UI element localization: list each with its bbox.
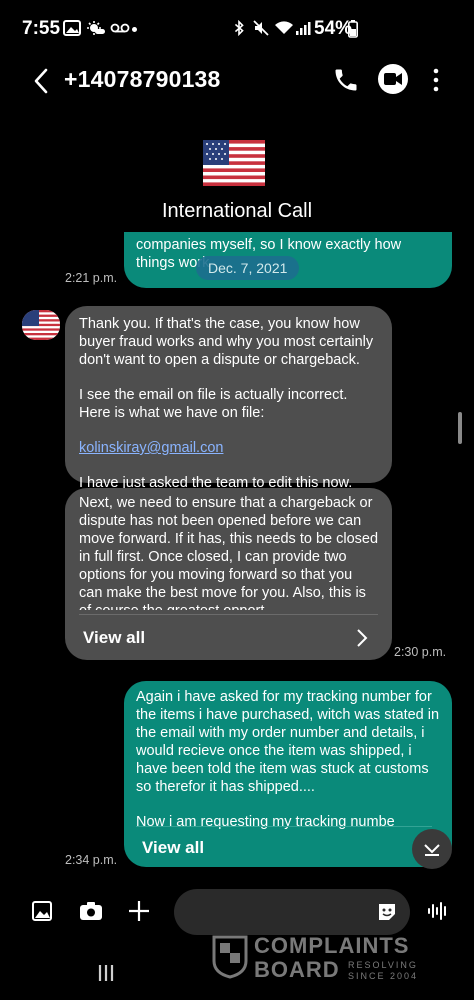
back-button[interactable] <box>28 66 54 96</box>
message-text: Now i am requesting my tracking numbe <box>136 814 395 830</box>
video-camera-icon <box>384 73 402 85</box>
chevron-down-icon <box>424 844 440 856</box>
message-text: I see the email on file is actually inco… <box>79 387 348 421</box>
message-bubble-incoming[interactable]: Thank you. If that's the case, you know … <box>65 306 392 491</box>
message-timestamp: 2:21 p.m. <box>65 271 118 285</box>
message-timestamp: 2:34 p.m. <box>65 853 118 867</box>
email-link[interactable]: kolinskiray@gmail.con <box>79 439 378 457</box>
phone-call-icon[interactable] <box>332 66 360 94</box>
message-input[interactable] <box>174 889 410 935</box>
call-type-label: International Call <box>161 200 313 222</box>
message-text: Again i have asked for my tracking numbe… <box>136 689 440 795</box>
divider <box>136 826 432 827</box>
chevron-right-icon[interactable] <box>355 628 369 648</box>
message-text: Next, we need to ensure that a chargebac… <box>79 495 379 610</box>
message-bubble-outgoing[interactable]: Again i have asked for my tracking numbe… <box>124 681 452 867</box>
view-all-button[interactable]: View all <box>83 629 145 647</box>
sender-flag-avatar[interactable] <box>22 310 60 340</box>
status-time: 7:55 <box>22 18 61 39</box>
message-bubble-incoming-long[interactable]: Next, we need to ensure that a chargebac… <box>65 488 392 660</box>
us-flag-avatar[interactable] <box>203 140 265 186</box>
scroll-to-bottom-button[interactable] <box>412 829 452 869</box>
camera-icon[interactable] <box>79 901 103 921</box>
system-nav-bar <box>0 950 474 1000</box>
notification-dot <box>132 27 137 32</box>
scrollbar-thumb[interactable] <box>458 412 462 444</box>
gallery-attach-icon[interactable] <box>32 901 52 921</box>
signal-icon <box>296 22 311 35</box>
bluetooth-icon <box>234 20 244 36</box>
gallery-icon <box>63 20 81 36</box>
status-bar: 7:55 54% <box>0 0 474 58</box>
more-options-icon[interactable] <box>430 66 442 94</box>
recent-apps-icon[interactable] <box>96 964 116 982</box>
sticker-icon[interactable] <box>376 901 398 923</box>
battery-icon <box>348 20 358 38</box>
weather-icon <box>87 21 105 35</box>
add-icon[interactable] <box>128 900 150 922</box>
divider <box>79 614 378 615</box>
view-all-button[interactable]: View all <box>142 839 204 857</box>
contact-number-title: +14078790138 <box>64 66 221 92</box>
video-call-button[interactable] <box>378 64 408 94</box>
wifi-icon <box>275 21 293 34</box>
message-text: Thank you. If that's the case, you know … <box>79 316 374 368</box>
voice-input-icon[interactable] <box>427 901 449 921</box>
battery-percent: 54% <box>314 18 353 39</box>
mute-icon <box>253 20 269 36</box>
message-timestamp: 2:30 p.m. <box>394 645 447 659</box>
voicemail-icon <box>110 23 130 33</box>
date-chip: Dec. 7, 2021 <box>196 256 300 280</box>
